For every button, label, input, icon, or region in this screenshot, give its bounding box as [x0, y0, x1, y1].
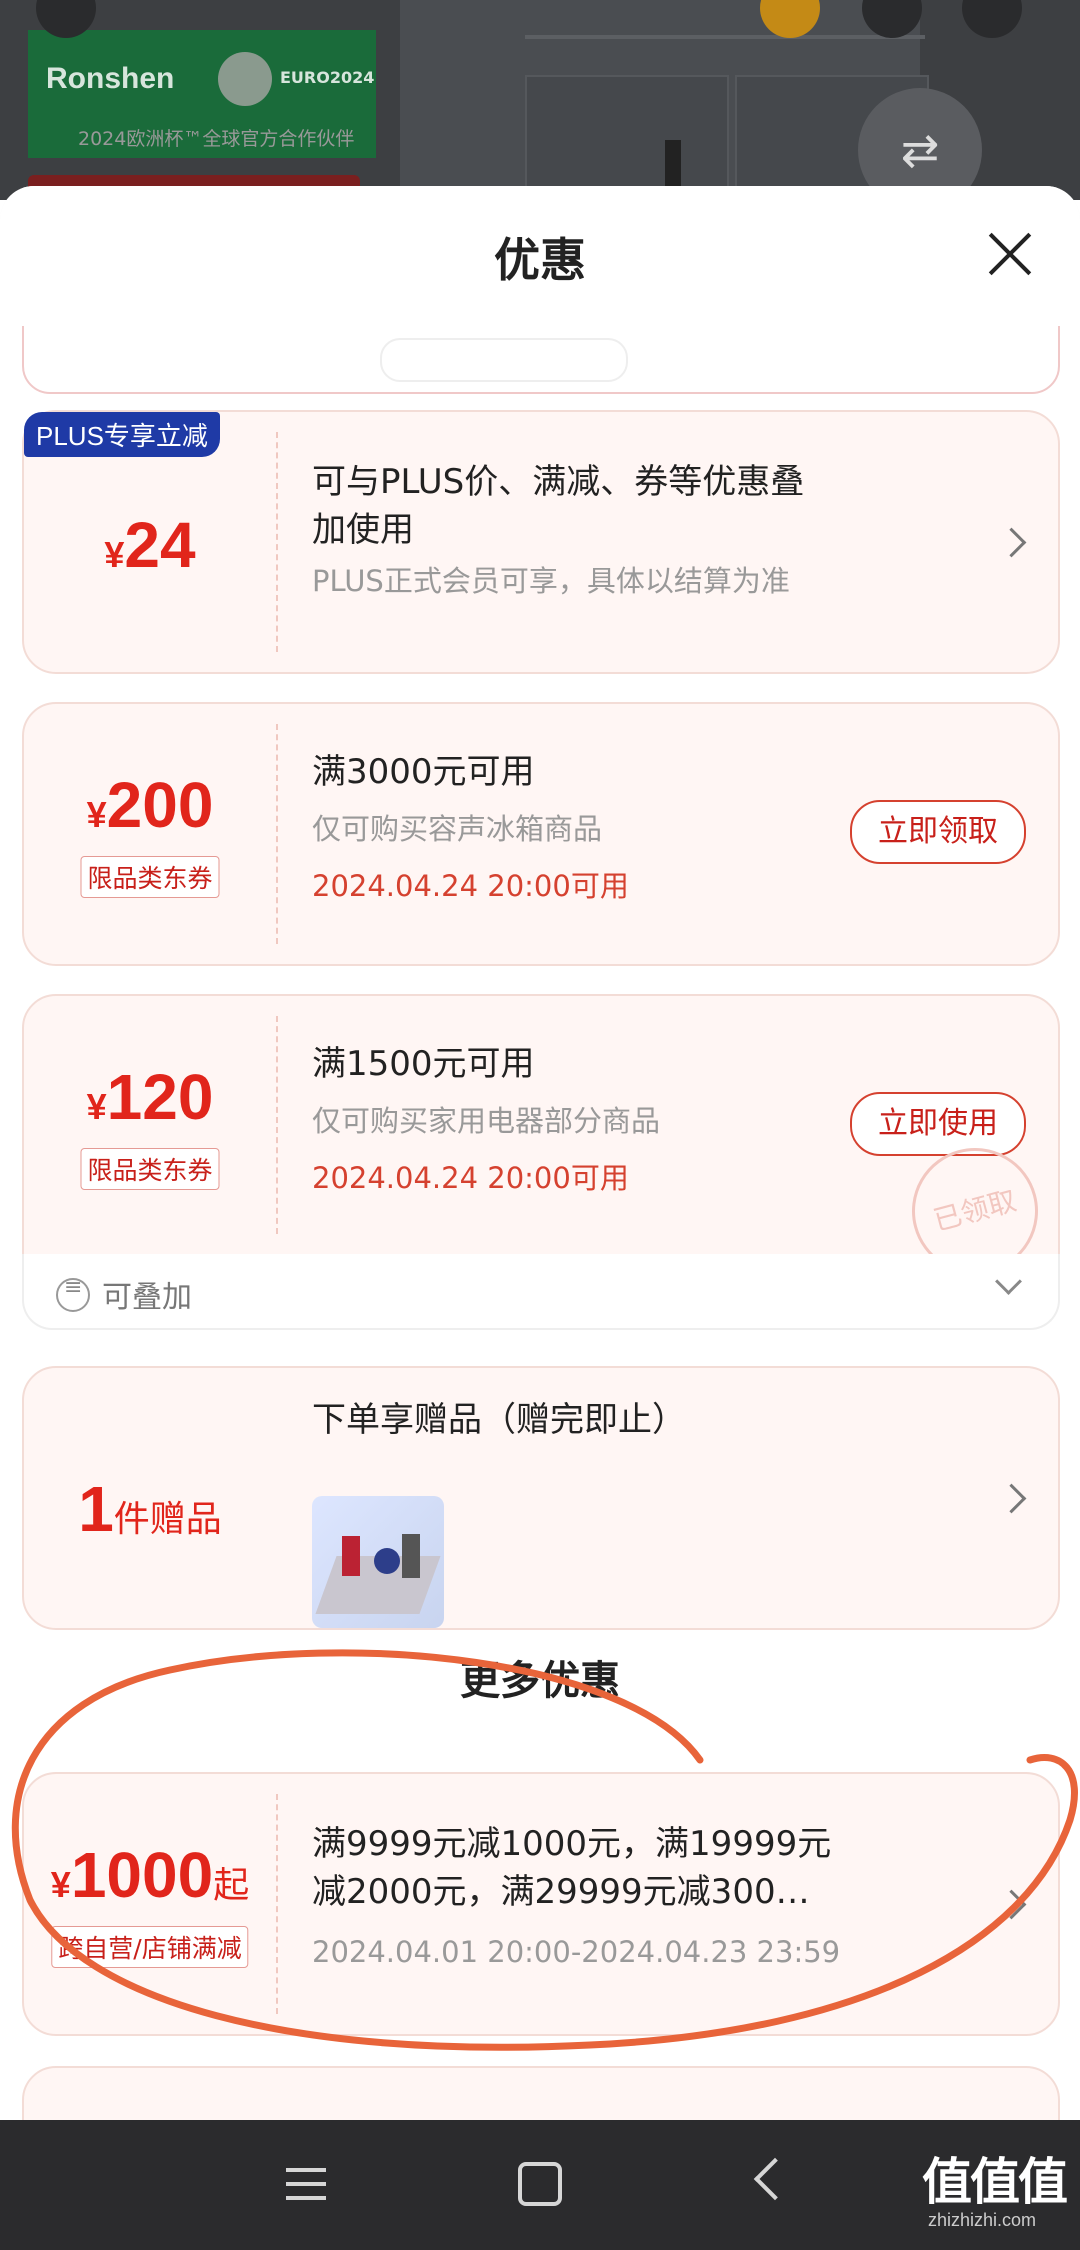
coupon-card-120[interactable]: ¥120 限品类东券 满1500元可用 仅可购买家用电器部分商品 2024.04…	[22, 994, 1060, 1256]
more-icon[interactable]	[962, 0, 1022, 38]
compare-icon[interactable]: ⇄	[858, 88, 982, 200]
coupon-amount: ¥200	[86, 769, 214, 841]
system-nav-bar: 值值值 zhizhizhi.com	[0, 2120, 1080, 2250]
coupon-title-cont: 加使用	[312, 510, 414, 550]
use-now-button[interactable]: 立即使用	[850, 1092, 1026, 1156]
sheet-title: 优惠	[494, 233, 586, 287]
chevron-down-icon[interactable]	[995, 1268, 1022, 1295]
brand-banner: Ronshen EURO2024 2024欧洲杯™全球官方合作伙伴	[28, 30, 376, 158]
stack-icon	[56, 1275, 90, 1312]
store-discount-card[interactable]: ¥1000起 跨自营/店铺满减 满9999元减1000元，满19999元 减20…	[22, 1772, 1060, 2036]
discount-sheet: 优惠 PLUS专享立减 ¥24 可与PLUS价、满减、券等优惠叠 加使用 PLU…	[0, 186, 1080, 2120]
more-discounts-title: 更多优惠	[460, 1658, 620, 1704]
coupon-tag: 限品类东券	[80, 856, 220, 898]
coupon-date: 2024.04.24 20:00可用	[312, 869, 629, 903]
watermark-url: zhizhizhi.com	[928, 2210, 1037, 2230]
coupon-title: 可与PLUS价、满减、券等优惠叠	[312, 462, 805, 502]
coupon-amount: ¥1000起	[50, 1839, 250, 1911]
home-icon[interactable]	[518, 2162, 562, 2206]
back-icon[interactable]	[753, 2157, 797, 2201]
coupon-subtitle: PLUS正式会员可享，具体以结算为准	[312, 564, 790, 598]
chevron-right-icon[interactable]	[996, 1889, 1027, 1920]
coupon-title: 满3000元可用	[312, 752, 535, 792]
coupon-date: 2024.04.01 20:00-2024.04.23 23:59	[312, 1935, 841, 1969]
coupon-list[interactable]: PLUS专享立减 ¥24 可与PLUS价、满减、券等优惠叠 加使用 PLUS正式…	[0, 326, 1080, 2120]
brand-tagline: 2024欧洲杯™全球官方合作伙伴	[78, 128, 355, 150]
previous-card	[22, 326, 1060, 394]
plus-badge: PLUS专享立减	[24, 412, 220, 457]
sheet-header: 优惠	[0, 186, 1080, 326]
coupon-amount: ¥120	[86, 1061, 214, 1133]
coupon-tag: 限品类东券	[80, 1148, 220, 1190]
coupon-amount: ¥24	[104, 509, 196, 581]
coupon-card-200[interactable]: ¥200 限品类东券 满3000元可用 仅可购买容声冰箱商品 2024.04.2…	[22, 702, 1060, 966]
brand-name: Ronshen	[46, 62, 175, 95]
stackable-label: 可叠加	[102, 1280, 192, 1315]
product-hero-background: Ronshen EURO2024 2024欧洲杯™全球官方合作伙伴 ⇄	[0, 0, 1080, 200]
claim-button[interactable]: 立即领取	[850, 800, 1026, 864]
watermark-logo: 值值值	[922, 2153, 1068, 2211]
gift-card[interactable]: 1件赠品 下单享赠品（赠完即止）	[22, 1366, 1060, 1630]
coupon-title: 满9999元减1000元，满19999元	[312, 1824, 832, 1864]
coupon-title-cont: 减2000元，满29999元减300…	[312, 1872, 810, 1912]
close-icon[interactable]	[986, 230, 1034, 278]
plus-coupon-card[interactable]: PLUS专享立减 ¥24 可与PLUS价、满减、券等优惠叠 加使用 PLUS正式…	[22, 410, 1060, 674]
next-card[interactable]	[22, 2066, 1060, 2120]
gift-image[interactable]	[312, 1496, 444, 1628]
coupon-title: 满1500元可用	[312, 1044, 535, 1084]
gift-count: 1件赠品	[78, 1473, 222, 1545]
coupon-tag: 跨自营/店铺满减	[51, 1926, 249, 1968]
gift-title: 下单享赠品（赠完即止）	[312, 1400, 686, 1440]
stackable-row[interactable]: 可叠加	[22, 1254, 1060, 1330]
menu-icon[interactable]	[286, 2168, 326, 2200]
euro-logo: EURO2024	[218, 52, 374, 112]
